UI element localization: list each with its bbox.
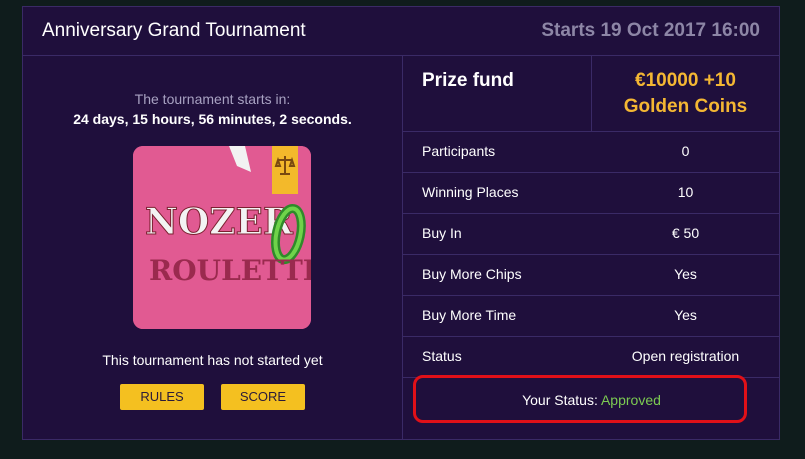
tournament-status-text: This tournament has not started yet — [102, 352, 323, 368]
detail-value: € 50 — [671, 225, 700, 241]
tournament-info-panel: The tournament starts in: 24 days, 15 ho… — [23, 56, 402, 440]
detail-value: Yes — [674, 266, 697, 282]
detail-label: Buy More Time — [422, 307, 517, 323]
detail-value: 10 — [677, 184, 694, 200]
detail-label: Buy More Chips — [422, 266, 522, 282]
detail-value: Open registration — [631, 348, 740, 364]
tournament-header: Anniversary Grand Tournament Starts 19 O… — [23, 7, 779, 56]
start-date: Starts 19 Oct 2017 16:00 — [541, 20, 760, 41]
detail-label: Status — [422, 348, 462, 364]
detail-row-buy-in: Buy In € 50 — [403, 213, 780, 254]
detail-row-winning-places: Winning Places 10 — [403, 172, 780, 213]
your-status-highlight — [413, 375, 747, 423]
prize-amount: €10000 +10 — [635, 70, 736, 91]
detail-row-participants: Participants 0 — [403, 131, 780, 172]
countdown-value: 24 days, 15 hours, 56 minutes, 2 seconds… — [73, 111, 352, 127]
countdown-label: The tournament starts in: — [134, 91, 291, 107]
detail-label: Participants — [422, 143, 496, 159]
prize-coins: Golden Coins — [623, 96, 748, 117]
prize-fund-value: €10000 +10 Golden Coins — [591, 68, 780, 120]
game-thumbnail: NOZER ROULETTE — [133, 146, 311, 329]
detail-label: Buy In — [422, 225, 462, 241]
detail-row-buy-more-time: Buy More Time Yes — [403, 295, 780, 336]
nozero-roulette-logo: NOZER ROULETTE — [133, 146, 311, 329]
detail-row-buy-more-chips: Buy More Chips Yes — [403, 254, 780, 295]
rules-button[interactable]: RULES — [120, 384, 204, 410]
detail-value: 0 — [681, 143, 690, 159]
detail-row-status: Status Open registration — [403, 336, 780, 377]
score-button[interactable]: SCORE — [221, 384, 305, 410]
tournament-title: Anniversary Grand Tournament — [42, 20, 306, 41]
detail-value: Yes — [674, 307, 697, 323]
detail-label: Winning Places — [422, 184, 519, 200]
logo-line2: ROULETTE — [149, 254, 311, 287]
prize-fund-label: Prize fund — [422, 70, 514, 91]
